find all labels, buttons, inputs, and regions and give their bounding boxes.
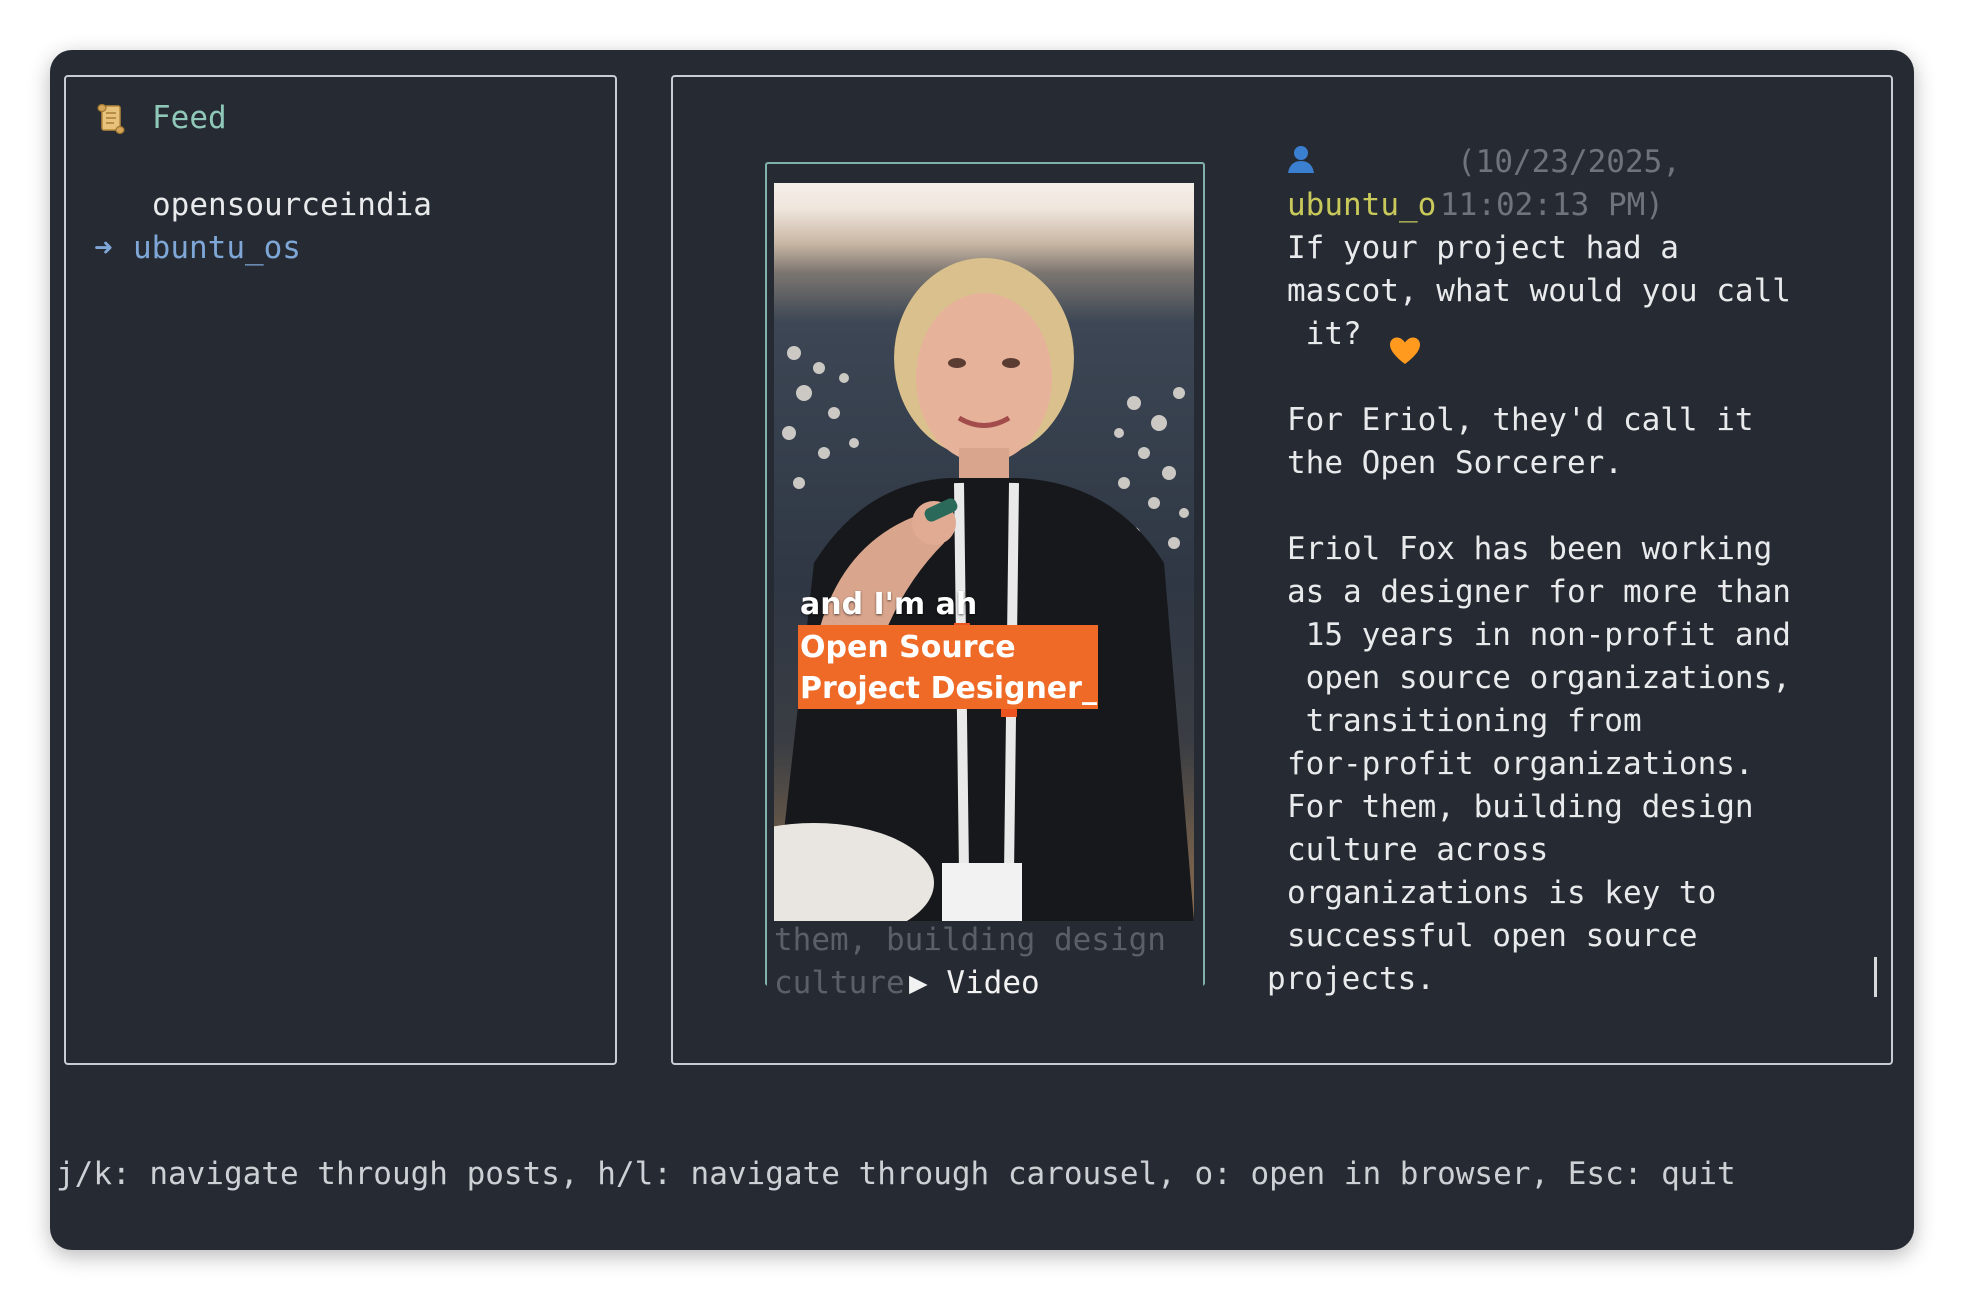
- post-username: ubuntu_o: [1287, 187, 1437, 223]
- post-text-line: culture across: [1287, 832, 1549, 868]
- post-text-line: transitioning from: [1287, 703, 1642, 739]
- keybinding-help-bar: j/k: navigate through posts, h/l: naviga…: [56, 1156, 1736, 1192]
- selected-arrow-icon: ➜: [94, 230, 113, 266]
- post-text-line: projects.: [1267, 961, 1435, 997]
- post-text-line: For them, building design: [1287, 789, 1754, 825]
- post-text-line: If your project had a: [1287, 230, 1679, 266]
- feed-pane: Feed opensourceindia ➜ ubuntu_os: [64, 75, 617, 1065]
- post-text-line: it?: [1287, 316, 1362, 352]
- post-text-line: organizations is key to: [1287, 875, 1717, 911]
- post-text-line: as a designer for more than: [1287, 574, 1791, 610]
- post-text-line: Eriol Fox has been working: [1287, 531, 1773, 567]
- post-scrollbar[interactable]: [1874, 957, 1877, 997]
- feed-item-ubuntu-os[interactable]: ubuntu_os: [133, 227, 301, 270]
- post-pane: and I'm ah Open Source Project Designer_…: [671, 75, 1893, 1065]
- person-photo-illustration: [774, 258, 1194, 921]
- post-timestamp-time: 11:02:13 PM): [1440, 187, 1664, 223]
- overflow-ghost-text: them, building design: [774, 922, 1166, 958]
- post-video-thumbnail[interactable]: [774, 183, 1194, 921]
- user-icon: [1288, 146, 1314, 173]
- media-type-label: ▶ Video: [909, 965, 1040, 1001]
- post-text-line: open source organizations,: [1287, 660, 1791, 696]
- video-caption-highlight: Open Source Project Designer_: [800, 627, 1097, 709]
- overflow-ghost-text: culture: [774, 965, 905, 1001]
- post-text-line: For Eriol, they'd call it: [1287, 402, 1754, 438]
- feed-item-opensourceindia[interactable]: opensourceindia: [152, 184, 432, 227]
- scroll-icon: [97, 103, 125, 135]
- caption-highlight-line-1: Open Source: [800, 630, 1016, 665]
- post-text-line: mascot, what would you call: [1287, 273, 1791, 309]
- caption-highlight-line-2: Project Designer_: [800, 671, 1097, 706]
- post-text-line: the Open Sorcerer.: [1287, 445, 1623, 481]
- post-text-line: for-profit organizations.: [1287, 746, 1754, 782]
- terminal-window: Feed opensourceindia ➜ ubuntu_os and I'm…: [50, 50, 1914, 1250]
- video-caption: and I'm ah: [800, 587, 978, 622]
- post-text-line: successful open source: [1287, 918, 1698, 954]
- post-text-line: 15 years in non-profit and: [1287, 617, 1791, 653]
- orange-heart-icon: [1390, 337, 1420, 364]
- post-timestamp-date: (10/23/2025,: [1457, 144, 1681, 180]
- feed-title: Feed: [152, 100, 227, 136]
